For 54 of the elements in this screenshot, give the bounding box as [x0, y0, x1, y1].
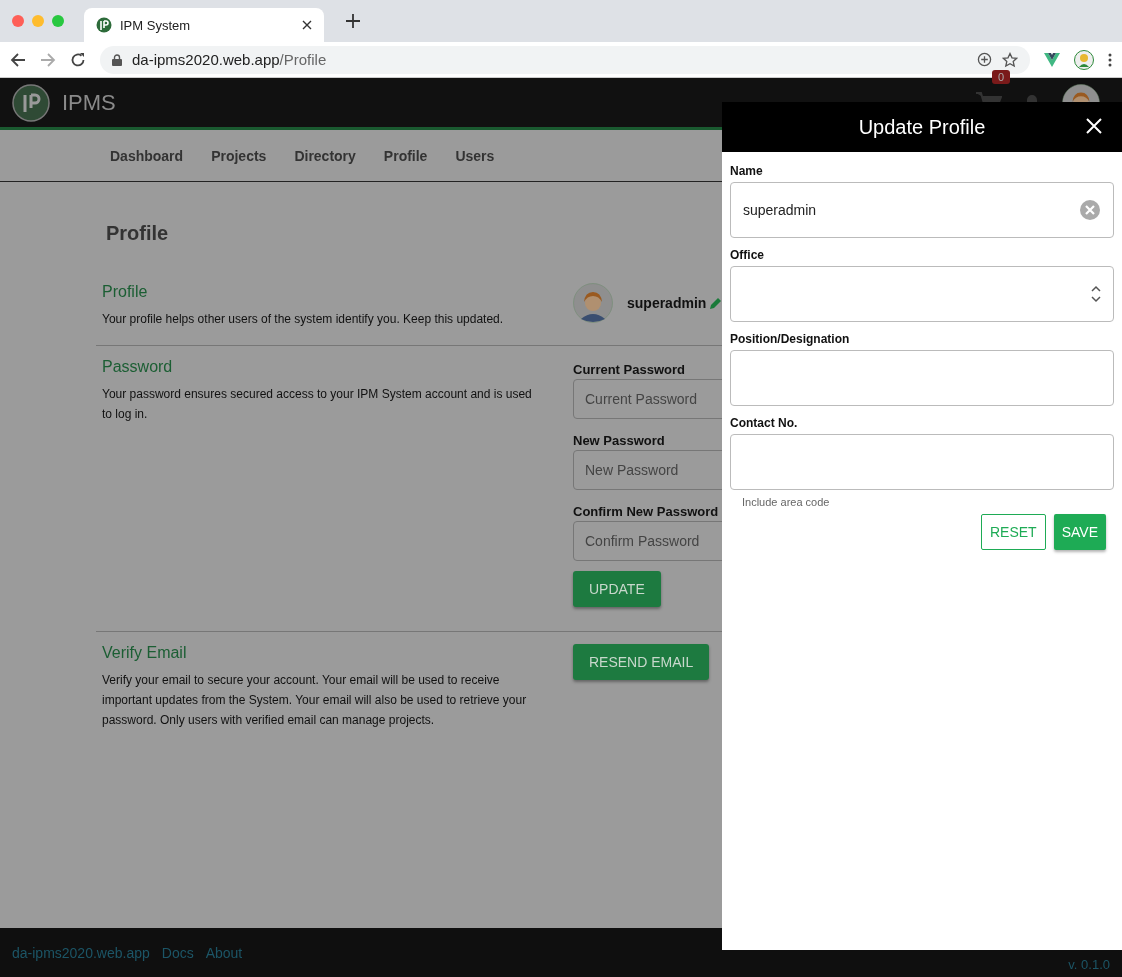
section-heading: Verify Email	[102, 644, 188, 662]
input-field[interactable]	[730, 350, 1114, 406]
update-button[interactable]: UPDATE	[573, 571, 661, 607]
site-logo-icon	[96, 17, 112, 33]
nav-link[interactable]: Dashboard	[96, 147, 198, 164]
version-text: v. 0.1.0	[1068, 957, 1110, 972]
chevron-up-down-icon	[1091, 285, 1101, 303]
nav-link[interactable]: Directory	[280, 147, 370, 164]
lock-icon	[112, 53, 122, 66]
section-heading: Profile	[102, 283, 149, 301]
field-label: Contact No.	[730, 416, 799, 430]
profile-avatar	[573, 283, 613, 323]
nav-link[interactable]: Users	[441, 147, 509, 164]
reload-icon[interactable]	[70, 51, 86, 68]
nav-link[interactable]: Projects	[197, 147, 281, 164]
page-title: Profile	[105, 222, 169, 246]
field-label: Name	[730, 164, 764, 178]
resend-email-button[interactable]: RESEND EMAIL	[573, 644, 710, 680]
section-description: Verify your email to secure your account. Your email will be used to receive important updates from the System. Your email will also be used to retrieve your password. Only users with verified email can manage projects.	[102, 672, 528, 729]
input-field[interactable]	[730, 434, 1114, 490]
menu-icon[interactable]	[1108, 52, 1112, 67]
field-label: Confirm New Password	[573, 504, 720, 519]
extension-icon[interactable]	[1044, 52, 1060, 67]
section-heading: Password	[102, 358, 174, 376]
add-circle-icon[interactable]	[977, 52, 992, 67]
footer-link[interactable]: Docs	[161, 944, 194, 961]
star-icon[interactable]	[1002, 51, 1018, 68]
close-icon[interactable]	[302, 20, 312, 30]
field-label: Position/Designation	[730, 332, 851, 346]
footer-link[interactable]: About	[205, 944, 243, 961]
pencil-icon[interactable]	[710, 297, 723, 309]
address-bar[interactable]: da-ipms2020.web.app/Profile	[100, 45, 1030, 74]
footer-link[interactable]: da-ipms2020.web.app	[12, 944, 150, 961]
back-icon[interactable]	[10, 51, 26, 68]
field-label: Current Password	[573, 362, 686, 377]
reset-button[interactable]: RESET	[981, 514, 1046, 550]
app-logo-icon[interactable]	[12, 83, 50, 122]
url-text: da-ipms2020.web.app/Profile	[132, 51, 327, 68]
username: superadmin	[627, 295, 707, 311]
select-field[interactable]	[730, 266, 1114, 322]
save-button[interactable]: SAVE	[1053, 514, 1106, 550]
tab-title: IPM System	[120, 17, 192, 33]
nav-link[interactable]: Profile	[369, 147, 442, 164]
section-description: Your password ensures secured access to your IPM System account and is used to log in.	[102, 386, 533, 423]
new-tab-icon[interactable]	[346, 14, 360, 28]
field-label: New Password	[573, 433, 666, 448]
drawer-title: Update Profile	[858, 115, 986, 139]
field-label: Office	[730, 248, 765, 262]
input-field[interactable]: superadmin	[730, 182, 1114, 238]
app-brand: IPMS	[62, 89, 117, 116]
browser-tab[interactable]: IPM System	[84, 8, 324, 42]
profile-icon[interactable]	[1074, 49, 1094, 70]
section-description: Your profile helps other users of the system identify you. Keep this updated.	[102, 311, 505, 328]
field-hint: Include area code	[742, 496, 831, 508]
